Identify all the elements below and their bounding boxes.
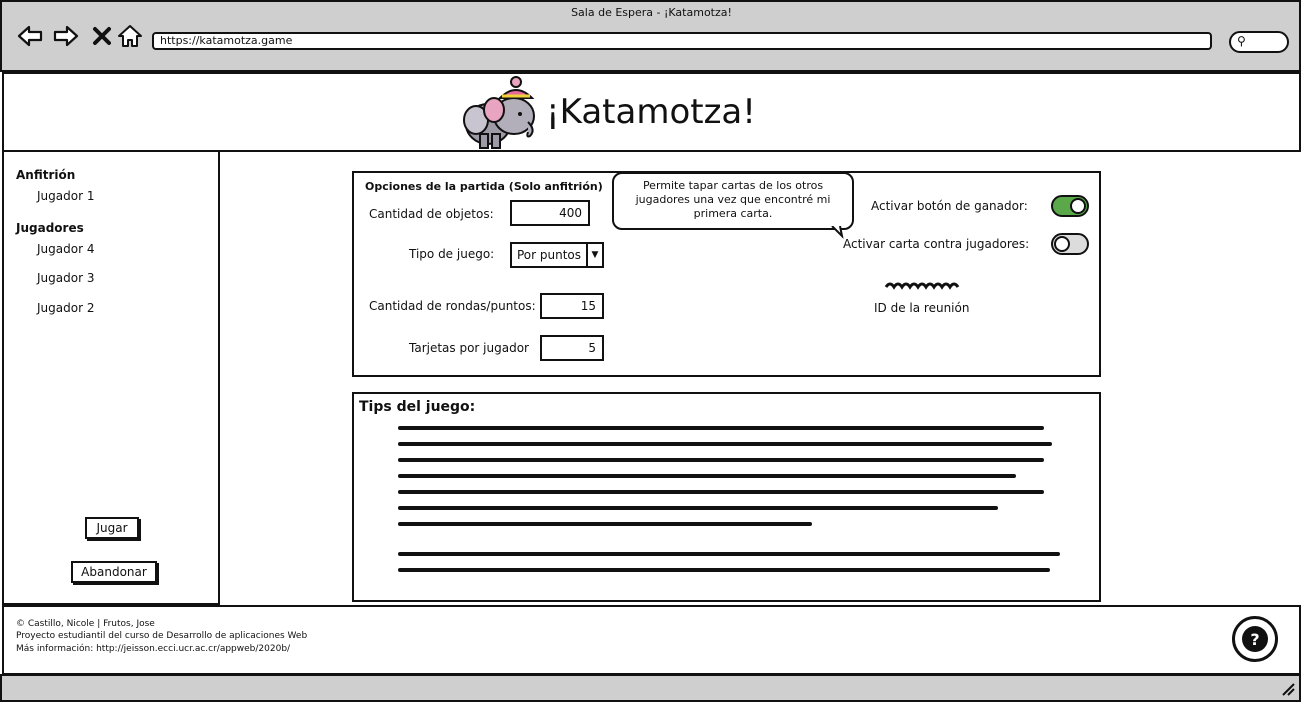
options-title: Opciones de la partida (Solo anfitrión) [365,180,603,193]
player-item: Jugador 4 [37,242,95,256]
meeting-id-label: ID de la reunión [874,301,970,315]
winner-button-toggle[interactable] [1051,195,1089,217]
tips-text-line [398,474,1016,478]
help-button[interactable]: ? [1232,616,1278,662]
toggle-knob [1054,236,1070,252]
tips-text-line [398,458,1044,462]
objects-input[interactable]: 400 [510,200,590,226]
leave-button[interactable]: Abandonar [71,561,157,583]
app-title: ¡Katamotza! [546,92,756,132]
objects-label: Cantidad de objetos: [369,207,494,221]
toggle-knob [1070,198,1086,214]
cards-input[interactable]: 5 [540,335,604,361]
cards-label: Tarjetas por jugador [409,341,529,355]
window-title: Sala de Espera - ¡Katamotza! [571,6,732,19]
chevron-down-icon: ▼ [586,244,602,266]
search-box[interactable]: ⚲ [1229,31,1289,53]
close-icon[interactable] [88,22,116,50]
rounds-input[interactable]: 15 [540,293,604,319]
tips-text-line [398,568,1050,572]
meeting-id-value [884,282,960,290]
tips-text-line [398,442,1052,446]
player-item: Jugador 2 [37,301,95,315]
winner-button-label: Activar botón de ganador: [871,199,1028,213]
tooltip-bubble: Permite tapar cartas de los otros jugado… [612,172,854,230]
back-icon[interactable] [16,22,44,50]
tips-text-line [398,506,998,510]
tips-title: Tips del juego: [359,399,476,415]
game-type-value: Por puntos [517,248,582,262]
search-icon: ⚲ [1237,34,1246,48]
status-bar [0,674,1301,702]
home-icon[interactable] [116,22,144,50]
elephant-logo [458,74,540,152]
forward-icon[interactable] [52,22,80,50]
tips-text-line [398,426,1044,430]
tips-text-line [398,490,1044,494]
host-heading: Anfitrión [16,168,76,182]
tips-text-line [398,522,812,526]
help-icon: ? [1242,626,1268,652]
game-type-select[interactable]: Por puntos ▼ [510,242,604,268]
rounds-label: Cantidad de rondas/puntos: [369,299,536,313]
tips-text-line [398,552,1060,556]
card-vs-players-label: Activar carta contra jugadores: [843,237,1030,251]
footer-credits: © Castillo, Nicole | Frutos, Jose [16,619,155,629]
resize-handle-icon[interactable] [1280,682,1296,696]
play-button[interactable]: Jugar [85,517,139,539]
host-player: Jugador 1 [37,189,95,203]
player-item: Jugador 3 [37,271,95,285]
card-vs-players-toggle[interactable] [1051,233,1089,255]
footer-project: Proyecto estudiantil del curso de Desarr… [16,631,308,641]
players-heading: Jugadores [16,221,84,235]
address-bar[interactable]: https://katamotza.game [152,32,1212,50]
game-type-label: Tipo de juego: [409,247,495,261]
footer-info: Más información: http://jeisson.ecci.ucr… [16,644,291,654]
